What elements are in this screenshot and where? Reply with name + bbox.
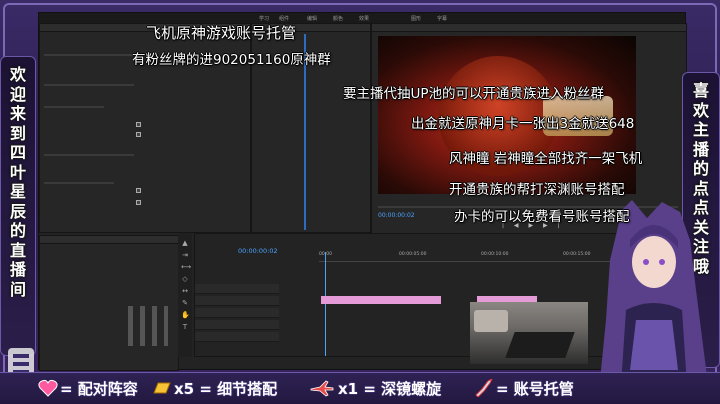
heart-icon (38, 379, 58, 397)
hand-tool-icon[interactable]: ✋ (181, 311, 190, 319)
effect-checkbox[interactable] (136, 132, 141, 137)
track-header[interactable] (195, 296, 279, 306)
menu-item[interactable]: 效果 (359, 15, 369, 22)
character-illustration (598, 200, 710, 400)
type-tool-icon[interactable]: T (181, 323, 189, 331)
project-panel-tabs[interactable] (40, 236, 178, 244)
program-monitor-header (372, 24, 686, 32)
slip-tool-icon[interactable]: ↔ (181, 287, 189, 295)
menu-item[interactable]: 组件 (279, 15, 289, 22)
effect-checkbox[interactable] (136, 188, 141, 193)
overlay-line: 有粉丝牌的进902051160原神群 (132, 52, 331, 68)
overlay-line: 风神瞳 岩神瞳全部找齐一架飞机 (449, 151, 643, 167)
selection-tool-icon[interactable]: ▲ (181, 239, 189, 247)
overlay-line: 飞机原神游戏账号托管 (146, 24, 297, 42)
menu-item[interactable]: 字幕 (437, 15, 447, 22)
ruler-label: 00:00:05:00 (399, 252, 427, 257)
ruler-label: 00:00:10:00 (481, 252, 509, 257)
gold-bar-icon (153, 382, 171, 394)
effect-checkbox[interactable] (136, 122, 141, 127)
menu-item[interactable]: 编辑 (307, 15, 317, 22)
overlay-line: 开通贵族的帮打深渊账号搭配 (449, 182, 625, 198)
timeline-clip[interactable] (321, 296, 441, 304)
left-banner-text: 欢迎来到四叶星辰的直播间 (9, 65, 26, 299)
timeline-ruler[interactable]: 00:00 00:00:05:00 00:00:10:00 00:00:15:0… (319, 252, 639, 262)
gift-legend-bar: = 配对阵容 x5 = 细节搭配 x1 = 深镜螺旋 = 账号托管 (0, 372, 720, 404)
gift-legend-text: x5 = 细节搭配 (174, 380, 278, 398)
menu-item[interactable]: 颜色 (333, 15, 343, 22)
overlay-line: 办卡的可以免费看号账号搭配 (454, 209, 630, 225)
track-header[interactable] (195, 320, 279, 330)
razor-tool-icon[interactable]: ◇ (181, 275, 189, 283)
gift-legend-text: x1 = 深镜螺旋 (338, 380, 442, 398)
menu-item[interactable]: 图形 (411, 15, 421, 22)
rocket-icon (475, 379, 493, 397)
gift-legend-text: = 配对阵容 (60, 380, 138, 398)
effect-checkbox[interactable] (136, 200, 141, 205)
menu-item[interactable]: 学习 (259, 15, 269, 22)
pen-tool-icon[interactable]: ✎ (181, 299, 189, 307)
ruler-label: 00:00:15:00 (563, 252, 591, 257)
track-select-icon[interactable]: ⇥ (181, 251, 189, 259)
media-grid (128, 306, 168, 346)
gift-legend-text: = 账号托管 (496, 380, 574, 398)
track-header[interactable] (195, 308, 279, 318)
ripple-edit-icon[interactable]: ⟷ (181, 263, 191, 271)
tools-panel: ▲ ⇥ ⟷ ◇ ↔ ✎ ✋ T (178, 233, 192, 357)
overlay-line: 出金就送原神月卡一张出3金就送648 (411, 116, 635, 132)
program-timecode: 00:00:00:02 (378, 212, 415, 219)
webcam-feed (470, 302, 588, 364)
playhead[interactable] (325, 252, 326, 356)
sequence-timecode: 00:00:00:02 (238, 247, 278, 255)
editor-menubar: 学习 组件 编辑 颜色 效果 图形 字幕 (39, 13, 685, 23)
project-panel (39, 235, 179, 371)
overlay-line: 要主播代抽UP池的可以开通贵族进入粉丝群 (343, 86, 605, 102)
track-header[interactable] (195, 332, 279, 342)
left-welcome-banner: 欢迎来到四叶星辰的直播间 (0, 56, 36, 356)
airplane-icon (310, 380, 334, 397)
track-header[interactable] (195, 284, 279, 294)
